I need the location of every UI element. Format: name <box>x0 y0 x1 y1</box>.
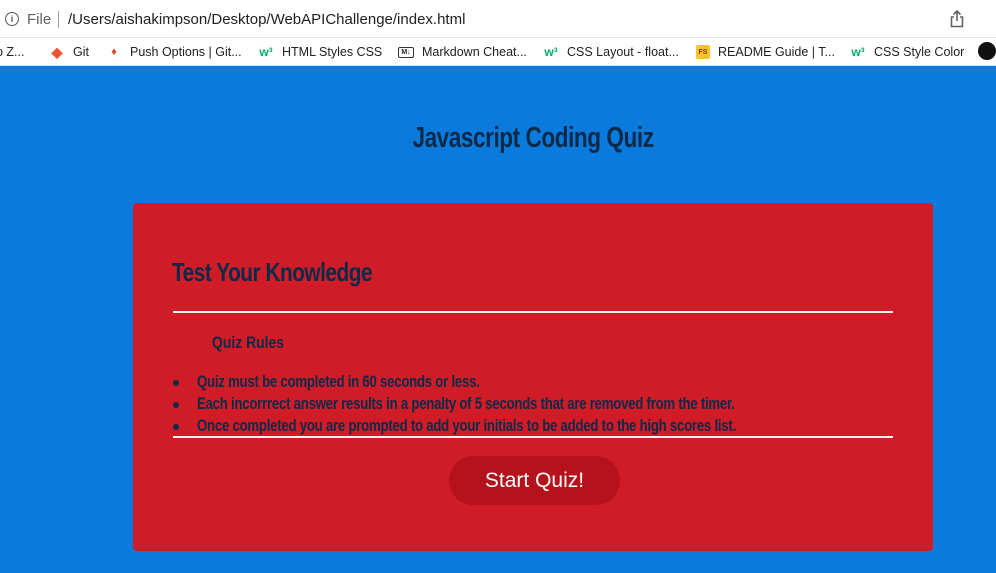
page-title: Javascript Coding Quiz <box>412 122 654 154</box>
divider <box>173 311 893 313</box>
bookmark-html-styles[interactable]: w³ HTML Styles CSS <box>258 44 382 60</box>
w3schools-icon: w³ <box>851 45 865 59</box>
bookmark-git[interactable]: ◆ Git <box>49 44 89 60</box>
bookmark-label: CSS Layout - float... <box>567 45 679 59</box>
share-icon[interactable] <box>950 10 964 28</box>
info-icon[interactable]: i <box>5 12 19 26</box>
bullet-icon <box>173 380 179 386</box>
rules-list: Quiz must be completed in 60 seconds or … <box>173 373 871 439</box>
divider <box>173 436 893 438</box>
bookmark-label: Git <box>73 45 89 59</box>
rule-item: Quiz must be completed in 60 seconds or … <box>173 373 871 395</box>
rule-item: Each incorrrect answer results in a pena… <box>173 395 871 417</box>
bookmark-label: Markdown Cheat... <box>422 45 527 59</box>
rule-text: Quiz must be completed in 60 seconds or … <box>197 373 480 391</box>
bookmark-markdown[interactable]: M↓ Markdown Cheat... <box>398 44 527 60</box>
bullet-icon <box>173 402 179 408</box>
bookmark-label: README Guide | T... <box>718 45 835 59</box>
bookmark-label: CSS Style Color <box>874 45 965 59</box>
w3schools-icon: w³ <box>544 45 558 59</box>
rule-text: Once completed you are prompted to add y… <box>197 417 736 435</box>
bookmark-readme-guide[interactable]: FS README Guide | T... <box>696 44 835 60</box>
address-bar[interactable]: i File /Users/aishakimpson/Desktop/WebAP… <box>0 0 996 38</box>
git-icon: ◆ <box>51 43 63 60</box>
card-heading: Test Your Knowledge <box>172 257 373 287</box>
bookmark-label: Push Options | Git... <box>130 45 242 59</box>
bookmark-label: HTML Styles CSS <box>282 45 383 59</box>
rule-text: Each incorrrect answer results in a pena… <box>197 395 735 413</box>
bullet-icon <box>173 424 179 430</box>
bookmarks-bar: p Z... ◆ Git ♦ Push Options | Git... w³ … <box>0 38 996 66</box>
bookmark-css-layout[interactable]: w³ CSS Layout - float... <box>543 44 679 60</box>
gitlab-icon: ♦ <box>111 46 117 58</box>
bookmark-push-options[interactable]: ♦ Push Options | Git... <box>106 44 242 60</box>
quiz-card: Test Your Knowledge Quiz Rules Quiz must… <box>133 203 933 551</box>
rules-title: Quiz Rules <box>212 333 285 352</box>
github-icon[interactable] <box>978 42 996 60</box>
w3schools-icon: w³ <box>259 45 273 59</box>
file-label: File <box>27 11 52 28</box>
markdown-icon: M↓ <box>398 46 414 58</box>
bookmark-item[interactable]: p Z... <box>0 44 24 60</box>
bookmark-label: p Z... <box>0 45 25 59</box>
bookmark-css-style-color[interactable]: w³ CSS Style Color <box>850 44 964 60</box>
address-separator <box>58 11 59 28</box>
url-text[interactable]: /Users/aishakimpson/Desktop/WebAPIChalle… <box>68 11 465 28</box>
fs-icon: FS <box>696 45 710 59</box>
start-quiz-button[interactable]: Start Quiz! <box>449 456 620 505</box>
